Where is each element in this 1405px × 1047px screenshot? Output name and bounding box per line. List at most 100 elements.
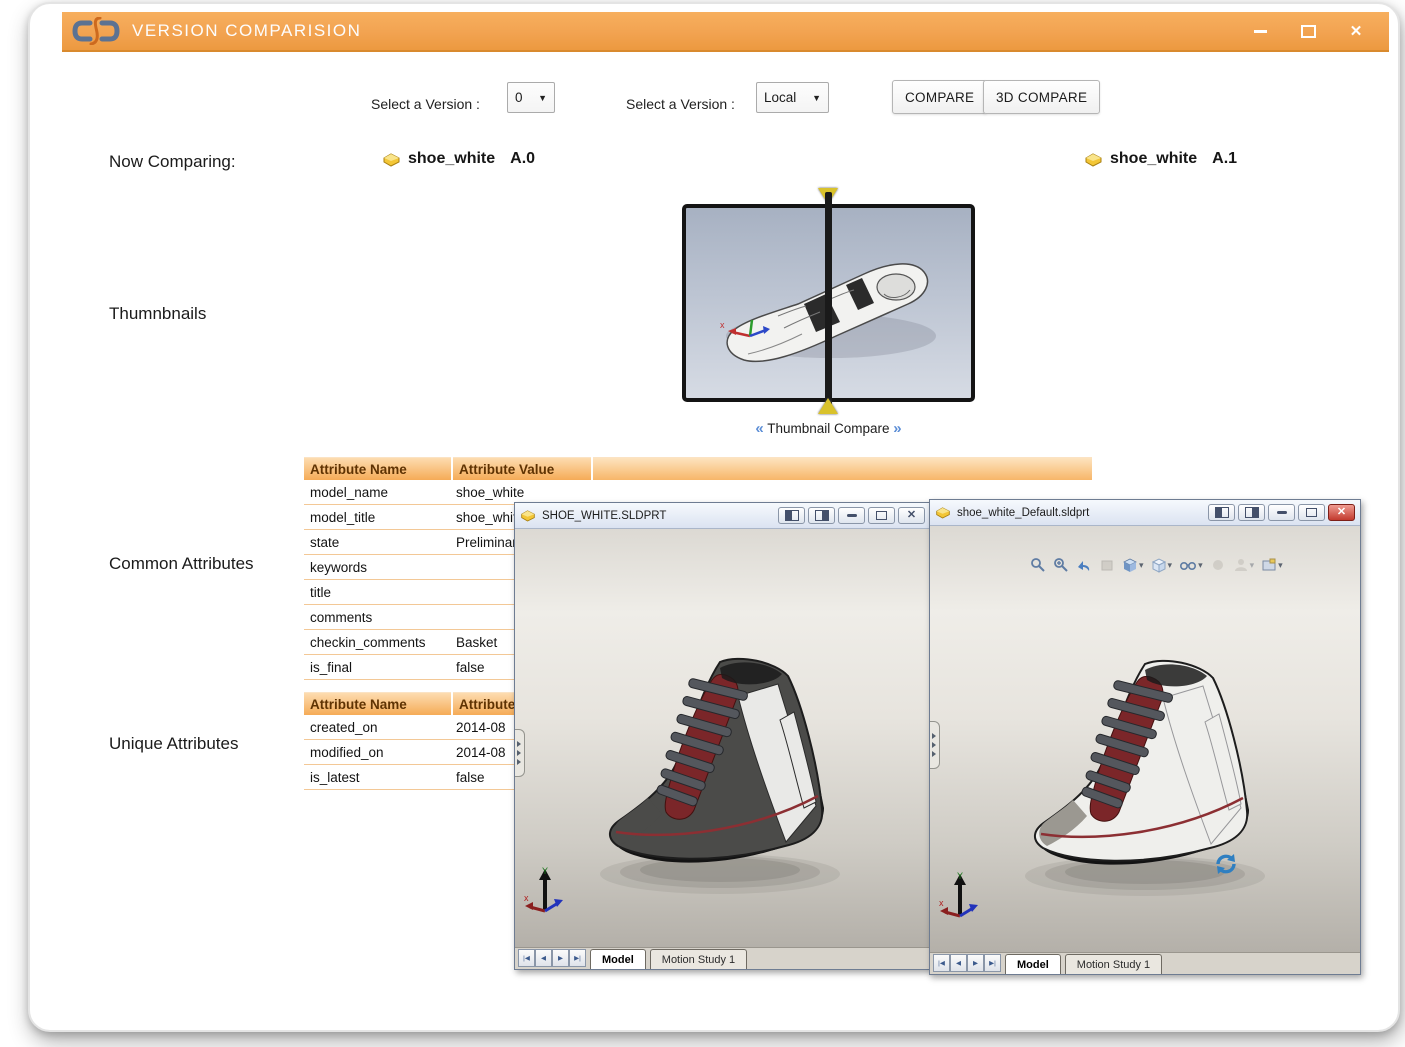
origin-triad-icon: Y x	[523, 865, 569, 917]
svg-text:x: x	[939, 898, 944, 908]
restore-button[interactable]	[1298, 504, 1325, 521]
svg-text:x: x	[524, 893, 529, 903]
version-dropdown-left-value: 0	[515, 90, 523, 105]
close-icon: ✕	[1337, 507, 1346, 518]
cad-viewport-left[interactable]: Y x	[515, 529, 930, 947]
minimize-button[interactable]	[1268, 504, 1295, 521]
cad-tabbar-left: |◀ ◀ ▶ ▶| Model Motion Study 1	[515, 947, 930, 969]
minimize-icon	[1254, 30, 1267, 33]
cad-window-right: shoe_white_Default.sldprt ✕ ▾ ▾ ▾ ▾ ▾	[929, 499, 1361, 975]
app-logo-icon	[70, 17, 122, 45]
maximize-button[interactable]	[1297, 22, 1319, 40]
pane-right-button[interactable]	[808, 507, 835, 524]
thumbnail-compare-caption: « Thumbnail Compare »	[682, 420, 975, 437]
next-tab-button[interactable]: ▶	[552, 949, 569, 967]
cad-viewport-right[interactable]: ▾ ▾ ▾ ▾ ▾	[930, 526, 1360, 952]
version-dropdown-left[interactable]: 0 ▼	[507, 82, 555, 113]
restore-icon	[1306, 508, 1317, 517]
origin-triad-icon: Y x	[938, 870, 984, 922]
view-settings-icon[interactable]: ▾	[1261, 557, 1283, 573]
cad-window-left-titlebar: SHOE_WHITE.SLDPRT ✕	[515, 503, 930, 529]
first-tab-button[interactable]: |◀	[933, 954, 950, 972]
pane-left-button[interactable]	[778, 507, 805, 524]
part-icon	[935, 506, 951, 519]
shoe-model-dark	[570, 584, 875, 904]
compare-3d-button[interactable]: 3D COMPARE	[983, 80, 1100, 114]
cad-window-controls: ✕	[1208, 504, 1355, 521]
feature-panel-collapse-handle[interactable]	[930, 721, 940, 769]
cad-window-right-title: shoe_white_Default.sldprt	[957, 507, 1089, 519]
svg-text:Y: Y	[542, 866, 548, 876]
motion-study-tab[interactable]: Motion Study 1	[650, 949, 747, 969]
feature-panel-collapse-handle[interactable]	[515, 729, 525, 777]
chevron-down-icon: ▼	[812, 93, 821, 103]
attr-value-header: Attribute Value	[453, 457, 591, 480]
attr-header-filler	[593, 457, 1092, 480]
common-attributes-label: Common Attributes	[109, 554, 254, 574]
prev-tab-button[interactable]: ◀	[950, 954, 967, 972]
heads-up-toolbar: ▾ ▾ ▾ ▾ ▾	[1030, 557, 1283, 573]
version-dropdown-right[interactable]: Local ▼	[756, 82, 829, 113]
app-window: VERSION COMPARISION ✕ Select a Version :…	[62, 12, 1389, 1004]
part-icon	[520, 509, 536, 522]
motion-study-tab[interactable]: Motion Study 1	[1065, 954, 1162, 974]
cad-window-left: SHOE_WHITE.SLDPRT ✕	[514, 502, 931, 970]
screenshot-frame: VERSION COMPARISION ✕ Select a Version :…	[28, 2, 1400, 1032]
pane-left-button[interactable]	[1208, 504, 1235, 521]
thumbnail-compare-label: Thumbnail Compare	[767, 421, 889, 436]
model-name: shoe_white	[1110, 150, 1197, 168]
close-button[interactable]: ✕	[1328, 504, 1355, 521]
previous-view-icon[interactable]	[1076, 557, 1092, 573]
divider-handle-bottom-icon	[818, 398, 838, 414]
version-dropdown-right-value: Local	[764, 90, 796, 105]
restore-button[interactable]	[868, 507, 895, 524]
pane-right-button[interactable]	[1238, 504, 1265, 521]
pane-left-icon	[785, 510, 799, 521]
close-icon: ✕	[907, 510, 916, 521]
last-tab-button[interactable]: ▶|	[569, 949, 586, 967]
attr-name-header: Attribute Name	[304, 692, 451, 715]
compare-prev-arrow-icon[interactable]: «	[755, 420, 763, 437]
first-tab-button[interactable]: |◀	[518, 949, 535, 967]
next-tab-button[interactable]: ▶	[967, 954, 984, 972]
zoom-fit-icon[interactable]	[1030, 557, 1046, 573]
comparing-item-right: shoe_white A.1	[1084, 150, 1237, 168]
close-button[interactable]: ✕	[1345, 22, 1367, 40]
table-header: Attribute Name Attribute Value	[304, 457, 1092, 480]
chevron-down-icon: ▼	[538, 93, 547, 103]
close-button[interactable]: ✕	[898, 507, 925, 524]
model-tab[interactable]: Model	[590, 949, 646, 969]
select-version-label-right: Select a Version :	[626, 96, 735, 112]
attr-name-header: Attribute Name	[304, 457, 451, 480]
model-version: A.1	[1212, 150, 1237, 168]
compare-button[interactable]: COMPARE	[892, 80, 987, 114]
rebuild-icon	[1213, 851, 1239, 877]
model-tab[interactable]: Model	[1005, 954, 1061, 974]
hide-show-items-icon[interactable]: ▾	[1179, 557, 1203, 573]
window-controls: ✕	[1249, 22, 1367, 40]
scene-icon[interactable]: ▾	[1233, 557, 1255, 573]
model-version: A.0	[510, 150, 535, 168]
svg-text:Y: Y	[957, 871, 963, 881]
thumbnail-compare-widget: x	[682, 188, 975, 414]
thumbnail-compare-divider[interactable]	[825, 192, 832, 410]
minimize-button[interactable]	[1249, 22, 1271, 40]
pane-left-icon	[1215, 507, 1229, 518]
pane-right-icon	[1245, 507, 1259, 518]
zoom-area-icon[interactable]	[1053, 557, 1069, 573]
prev-tab-button[interactable]: ◀	[535, 949, 552, 967]
cad-window-right-titlebar: shoe_white_Default.sldprt ✕	[930, 500, 1360, 526]
comparing-item-left: shoe_white A.0	[382, 150, 535, 168]
cad-window-controls: ✕	[778, 507, 925, 524]
minimize-button[interactable]	[838, 507, 865, 524]
last-tab-button[interactable]: ▶|	[984, 954, 1001, 972]
section-view-icon[interactable]	[1099, 557, 1115, 573]
display-style-icon[interactable]: ▾	[1151, 557, 1173, 573]
appearance-icon[interactable]	[1210, 557, 1226, 573]
part-icon	[382, 152, 401, 167]
unique-attributes-label: Unique Attributes	[109, 734, 238, 754]
thumbnails-section-label: Thumnbnails	[109, 304, 206, 324]
view-orientation-icon[interactable]: ▾	[1122, 557, 1144, 573]
minimize-icon	[847, 514, 857, 517]
compare-next-arrow-icon[interactable]: »	[893, 420, 901, 437]
